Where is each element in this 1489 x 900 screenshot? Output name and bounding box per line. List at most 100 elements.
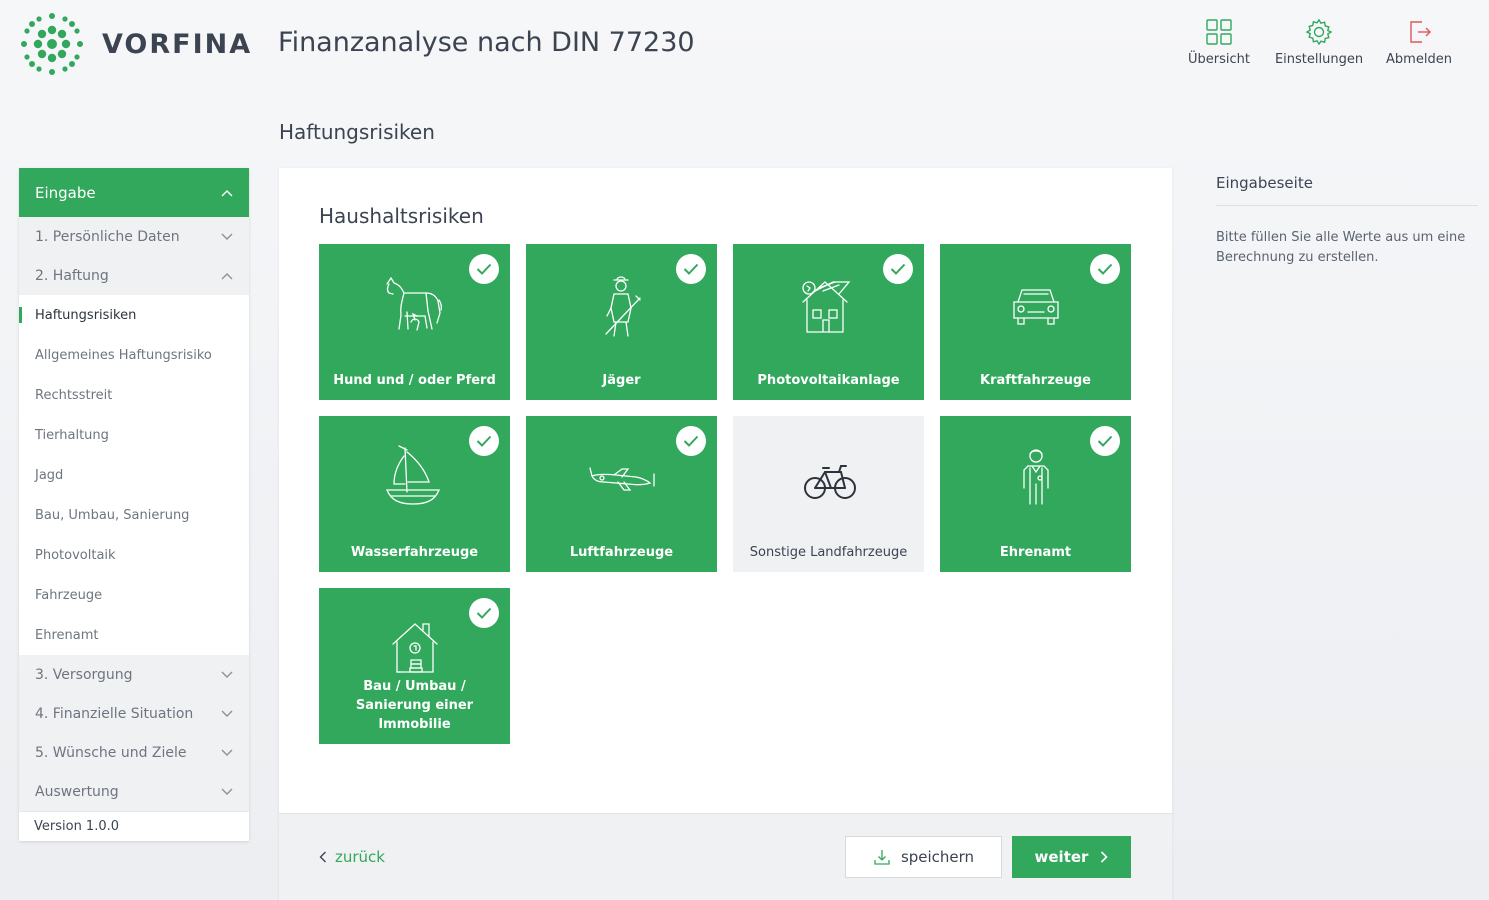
- car-icon: [1012, 289, 1059, 325]
- sidebar-item-jagd[interactable]: Jagd: [19, 455, 249, 495]
- tile-label: Luftfahrzeuge: [569, 545, 674, 560]
- tile-label: Kraftfahrzeuge: [980, 373, 1091, 388]
- chevron-up-icon: [221, 189, 233, 196]
- sidebar-section-label: Auswertung: [35, 783, 119, 800]
- nav-settings-label: Einstellungen: [1274, 52, 1364, 67]
- sidebar-item-label: Tierhaltung: [35, 427, 109, 443]
- check-icon: [469, 598, 499, 628]
- chevron-left-icon: [319, 851, 326, 863]
- sidebar-section-haftung[interactable]: 2. Haftung: [19, 256, 249, 295]
- sidebar-section-persoenliche-daten[interactable]: 1. Persönliche Daten: [19, 217, 249, 256]
- sidebar-section-versorgung[interactable]: 3. Versorgung: [19, 655, 249, 694]
- nav-logout-button[interactable]: Abmelden: [1369, 18, 1469, 67]
- tile-label: Jäger: [602, 373, 641, 388]
- top-navigation: Übersicht Einstellungen Abmelden: [1169, 18, 1469, 67]
- app-title: Finanzanalyse nach DIN 77230: [278, 27, 695, 58]
- sidebar-item-label: Allgemeines Haftungsrisiko: [35, 347, 212, 363]
- house-money-icon: [391, 623, 438, 673]
- tile-label: Wasserfahrzeuge: [350, 545, 479, 560]
- check-icon: [676, 254, 706, 284]
- info-text: Bitte füllen Sie alle Werte aus um eine …: [1216, 230, 1466, 265]
- nav-logout-label: Abmelden: [1386, 52, 1452, 67]
- sidebar-item-label: Jagd: [35, 467, 64, 483]
- info-panel: Eingabeseite Bitte füllen Sie alle Werte…: [1216, 168, 1478, 268]
- risk-tile-grid: Hund und / oder Pferd Jäger Photovoltaik…: [319, 244, 1133, 744]
- brand-logo[interactable]: VORFINA: [18, 10, 252, 78]
- info-title: Eingabeseite: [1216, 168, 1478, 206]
- sidebar-header-label: Eingabe: [35, 183, 96, 202]
- app-version: Version 1.0.0: [19, 811, 249, 841]
- sidebar-item-fahrzeuge[interactable]: Fahrzeuge: [19, 575, 249, 615]
- chevron-down-icon: [221, 749, 233, 756]
- tile-luftfahrzeuge[interactable]: Luftfahrzeuge: [526, 416, 717, 572]
- chevron-down-icon: [221, 710, 233, 717]
- airplane-icon: [588, 467, 655, 491]
- chevron-down-icon: [221, 671, 233, 678]
- tile-label: Photovoltaikanlage: [757, 373, 900, 388]
- horse-dog-icon: [385, 276, 442, 331]
- save-button-label: speichern: [900, 848, 975, 866]
- nav-overview-label: Übersicht: [1188, 52, 1250, 67]
- back-link-label: zurück: [335, 848, 385, 866]
- save-button[interactable]: speichern: [845, 836, 1002, 878]
- sailboat-icon: [385, 445, 440, 505]
- sidebar-item-label: Rechtsstreit: [35, 387, 113, 403]
- sidebar-section-label: 3. Versorgung: [35, 666, 133, 683]
- next-button-label: weiter: [1034, 848, 1089, 866]
- chevron-right-icon: [1101, 851, 1109, 863]
- tile-hund-pferd[interactable]: Hund und / oder Pferd: [319, 244, 510, 400]
- sidebar-header-eingabe[interactable]: Eingabe: [19, 168, 249, 217]
- sidebar-item-label: Ehrenamt: [35, 627, 99, 643]
- check-icon: [469, 426, 499, 456]
- sidebar-item-photovoltaik[interactable]: Photovoltaik: [19, 535, 249, 575]
- sidebar-item-label: Haftungsrisiken: [35, 307, 137, 323]
- nav-overview-button[interactable]: Übersicht: [1169, 18, 1269, 67]
- grid-icon: [1206, 19, 1232, 45]
- gear-icon: [1305, 18, 1333, 46]
- sidebar-item-bau-umbau-sanierung[interactable]: Bau, Umbau, Sanierung: [19, 495, 249, 535]
- check-icon: [1090, 426, 1120, 456]
- sidebar-item-allgemeines-haftungsrisiko[interactable]: Allgemeines Haftungsrisiko: [19, 335, 249, 375]
- hunter-icon: [604, 276, 641, 337]
- sidebar-section-wuensche-und-ziele[interactable]: 5. Wünsche und Ziele: [19, 733, 249, 772]
- solar-house-icon: [801, 281, 850, 333]
- tile-label: Sonstige Landfahrzeuge: [749, 545, 908, 560]
- tile-kraftfahrzeuge[interactable]: Kraftfahrzeuge: [940, 244, 1131, 400]
- back-link[interactable]: zurück: [319, 848, 385, 866]
- sidebar: Eingabe 1. Persönliche Daten 2. Haftung …: [19, 168, 249, 841]
- card-title: Haushaltsrisiken: [319, 204, 484, 228]
- tile-jaeger[interactable]: Jäger: [526, 244, 717, 400]
- sidebar-section-finanzielle-situation[interactable]: 4. Finanzielle Situation: [19, 694, 249, 733]
- tile-bau-umbau-sanierung[interactable]: Bau / Umbau / Sanierung einer Immobilie: [319, 588, 510, 744]
- bicycle-icon: [803, 465, 856, 499]
- tile-sonstige-landfahrzeuge[interactable]: Sonstige Landfahrzeuge: [733, 416, 924, 572]
- main-card: Haushaltsrisiken Hund und / oder Pferd J…: [279, 168, 1172, 900]
- card-footer: zurück speichern weiter: [279, 813, 1172, 900]
- next-button[interactable]: weiter: [1012, 836, 1131, 878]
- check-icon: [1090, 254, 1120, 284]
- sidebar-item-rechtsstreit[interactable]: Rechtsstreit: [19, 375, 249, 415]
- tile-photovoltaikanlage[interactable]: Photovoltaikanlage: [733, 244, 924, 400]
- tile-wasserfahrzeuge[interactable]: Wasserfahrzeuge: [319, 416, 510, 572]
- sidebar-item-tierhaltung[interactable]: Tierhaltung: [19, 415, 249, 455]
- tile-ehrenamt[interactable]: Ehrenamt: [940, 416, 1131, 572]
- chevron-up-icon: [221, 272, 233, 279]
- nav-settings-button[interactable]: Einstellungen: [1269, 18, 1369, 67]
- tile-label: Ehrenamt: [999, 545, 1072, 560]
- logo-dots-icon: [21, 13, 83, 75]
- check-icon: [469, 254, 499, 284]
- check-icon: [676, 426, 706, 456]
- tile-label: Hund und / oder Pferd: [333, 373, 496, 388]
- sidebar-item-label: Photovoltaik: [35, 547, 116, 563]
- chevron-down-icon: [221, 788, 233, 795]
- sidebar-section-label: 2. Haftung: [35, 267, 109, 284]
- sidebar-item-haftungsrisiken[interactable]: Haftungsrisiken: [19, 295, 249, 335]
- sidebar-item-ehrenamt[interactable]: Ehrenamt: [19, 615, 249, 655]
- sidebar-section-label: 1. Persönliche Daten: [35, 228, 180, 245]
- volunteer-icon: [1022, 449, 1049, 505]
- brand-name: VORFINA: [102, 28, 253, 60]
- sidebar-section-auswertung[interactable]: Auswertung: [19, 772, 249, 811]
- sidebar-section-label: 5. Wünsche und Ziele: [35, 744, 187, 761]
- tile-label: Bau / Umbau / Sanierung einer Immobilie: [355, 679, 474, 732]
- logout-icon: [1410, 21, 1431, 43]
